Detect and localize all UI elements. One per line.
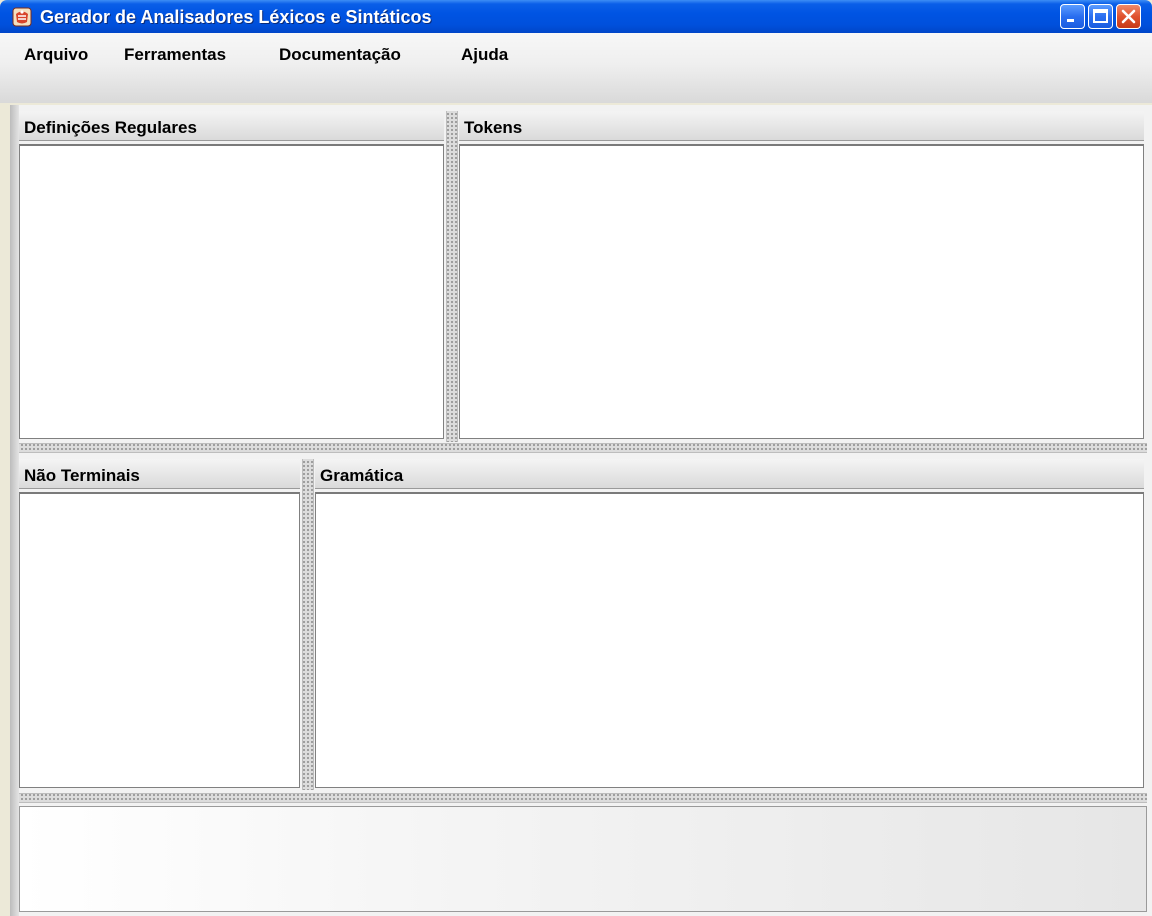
maximize-icon bbox=[1093, 9, 1108, 23]
close-icon bbox=[1121, 9, 1136, 24]
regular-definitions-header: Definições Regulares bbox=[19, 111, 444, 141]
non-terminals-editor[interactable] bbox=[19, 492, 300, 788]
tokens-title: Tokens bbox=[464, 118, 523, 137]
output-console[interactable] bbox=[19, 806, 1147, 912]
regular-definitions-editor[interactable] bbox=[19, 144, 444, 439]
non-terminals-pane: Não Terminais bbox=[19, 459, 300, 788]
grammar-title: Gramática bbox=[320, 466, 404, 485]
title-bar[interactable]: Gerador de Analisadores Léxicos e Sintát… bbox=[0, 0, 1152, 33]
menu-bar: Arquivo Ferramentas Documentação Ajuda bbox=[0, 33, 1152, 103]
minimize-button[interactable] bbox=[1060, 4, 1085, 29]
regular-definitions-title: Definições Regulares bbox=[24, 118, 197, 137]
tokens-pane: Tokens bbox=[459, 111, 1144, 439]
lower-horizontal-splitter[interactable] bbox=[19, 793, 1147, 803]
grammar-header: Gramática bbox=[315, 459, 1144, 489]
grammar-editor[interactable] bbox=[315, 492, 1144, 788]
regular-definitions-pane: Definições Regulares bbox=[19, 111, 444, 439]
middle-horizontal-splitter[interactable] bbox=[19, 443, 1147, 453]
tokens-editor[interactable] bbox=[459, 144, 1144, 439]
non-terminals-header: Não Terminais bbox=[19, 459, 300, 489]
tokens-header: Tokens bbox=[459, 111, 1144, 141]
left-border bbox=[10, 105, 19, 916]
menu-ajuda[interactable]: Ajuda bbox=[461, 45, 508, 65]
minimize-icon bbox=[1067, 19, 1074, 22]
bottom-vertical-splitter[interactable] bbox=[302, 459, 314, 790]
non-terminals-title: Não Terminais bbox=[24, 466, 140, 485]
maximize-button[interactable] bbox=[1088, 4, 1113, 29]
window-title: Gerador de Analisadores Léxicos e Sintát… bbox=[40, 7, 432, 27]
top-vertical-splitter[interactable] bbox=[446, 111, 458, 442]
menu-ferramentas[interactable]: Ferramentas bbox=[124, 45, 226, 65]
app-icon[interactable] bbox=[11, 6, 33, 28]
menu-arquivo[interactable]: Arquivo bbox=[24, 45, 88, 65]
close-button[interactable] bbox=[1116, 4, 1141, 29]
app-window: Gerador de Analisadores Léxicos e Sintát… bbox=[0, 0, 1152, 916]
menu-documentacao[interactable]: Documentação bbox=[279, 45, 401, 65]
grammar-pane: Gramática bbox=[315, 459, 1144, 788]
